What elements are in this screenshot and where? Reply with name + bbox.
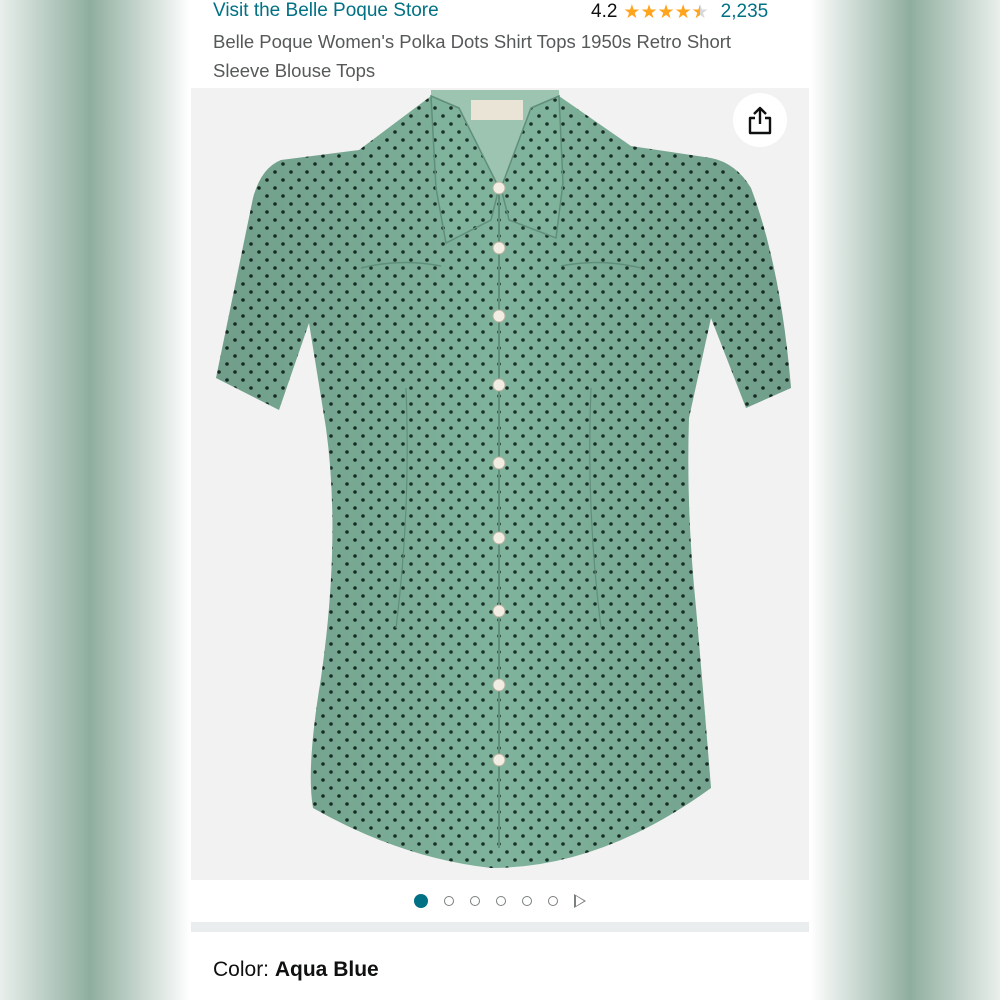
star-partial-icon: ★ (692, 3, 709, 22)
section-divider (191, 922, 809, 932)
share-icon (748, 106, 772, 135)
star-full-icon: ★ (657, 1, 675, 23)
shirt-shading (216, 96, 791, 868)
gallery-dot-3[interactable] (470, 896, 480, 906)
rating-value: 4.2 (591, 1, 618, 22)
product-image-gallery[interactable] (191, 88, 809, 880)
star-full-icon: ★ (674, 1, 692, 23)
product-title: Belle Poque Women's Polka Dots Shirt Top… (213, 31, 732, 81)
gallery-dot-6[interactable] (548, 896, 558, 906)
gallery-pagination (191, 880, 809, 922)
gallery-dot-5[interactable] (522, 896, 532, 906)
gallery-dot-1[interactable] (414, 894, 428, 908)
color-label: Color: (213, 958, 275, 981)
product-image[interactable] (191, 88, 809, 880)
rating-block[interactable]: 4.2 ★ ★ ★ ★ ★ 2,235 (591, 0, 768, 24)
star-full-icon: ★ (640, 1, 658, 23)
star-rating[interactable]: ★ ★ ★ ★ ★ (623, 3, 708, 22)
share-button[interactable] (733, 93, 787, 147)
star-full-icon: ★ (623, 1, 641, 23)
brand-label (471, 100, 523, 120)
store-link[interactable]: Visit the Belle Poque Store (213, 0, 439, 22)
review-count-link[interactable]: 2,235 (721, 1, 769, 23)
color-value: Aqua Blue (274, 958, 379, 981)
gallery-dot-4[interactable] (496, 896, 506, 906)
color-variation: Color: Aqua Blue (213, 958, 379, 982)
gallery-dot-2[interactable] (444, 896, 454, 906)
play-icon[interactable] (574, 894, 586, 908)
